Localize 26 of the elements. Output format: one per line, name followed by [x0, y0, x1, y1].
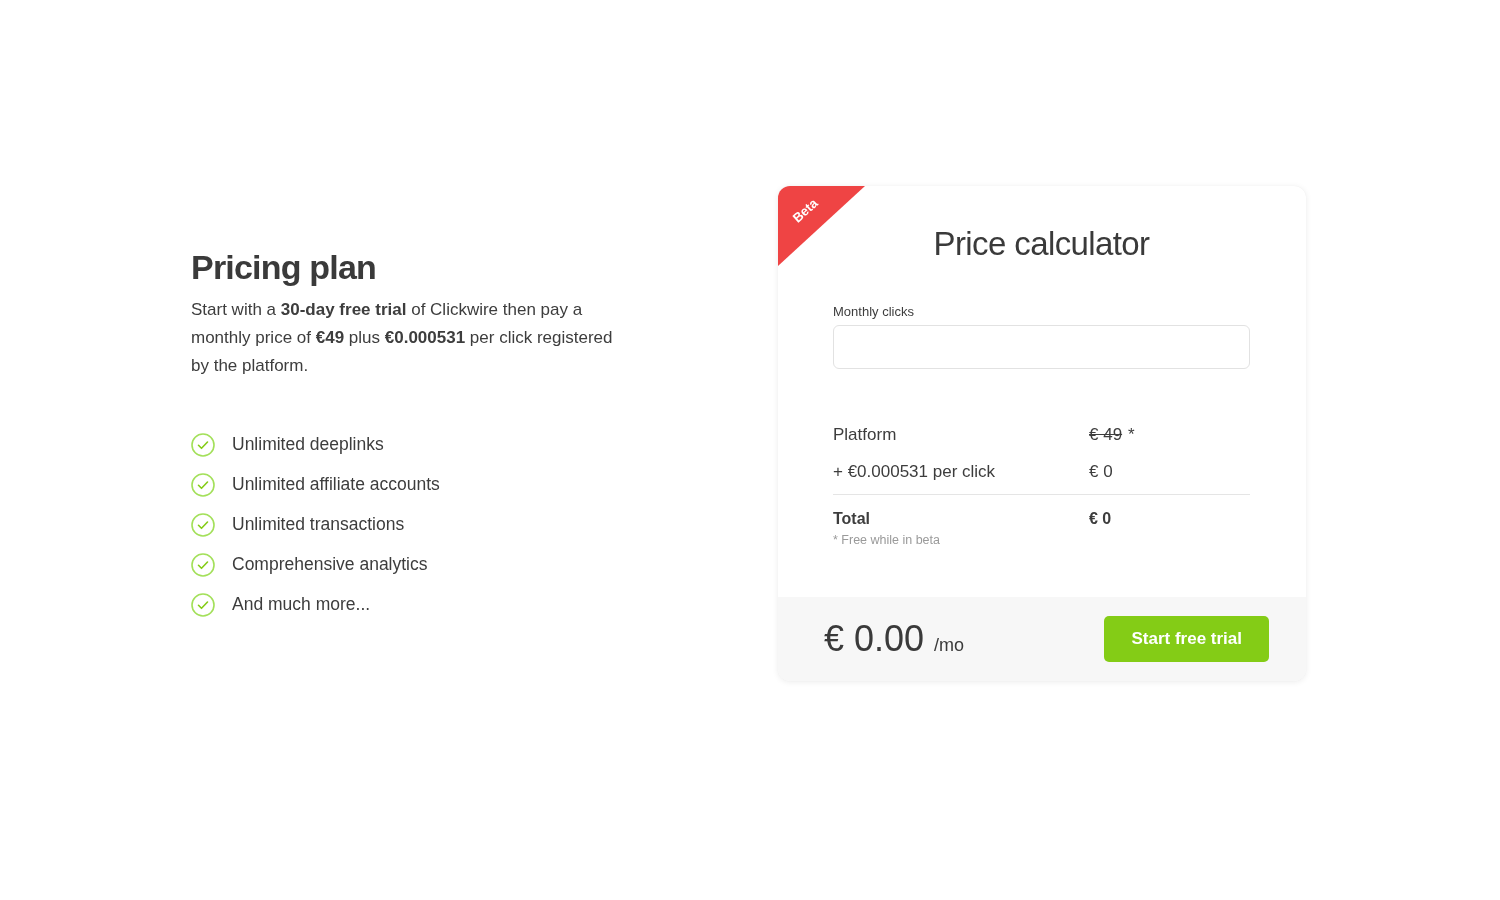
monthly-price: € 0.00: [824, 617, 925, 660]
check-circle-icon: [191, 473, 215, 497]
check-circle-icon: [191, 433, 215, 457]
line-value: € 0: [1089, 461, 1113, 481]
check-circle-icon: [191, 553, 215, 577]
line-value: € 49: [1089, 424, 1123, 444]
asterisk-note: *: [1128, 424, 1135, 444]
line-label: Platform: [833, 423, 898, 446]
calculator-title: Price calculator: [932, 224, 1151, 264]
check-circle-icon: [191, 513, 215, 537]
start-free-trial-button[interactable]: Start free trial: [1104, 615, 1269, 662]
beta-footnote: * Free while in beta: [833, 532, 941, 547]
monthly-clicks-label: Monthly clicks: [833, 303, 915, 319]
price-period: /mo: [934, 634, 965, 656]
monthly-clicks-input[interactable]: [833, 324, 1250, 369]
feature-text: Unlimited transactions: [232, 514, 405, 536]
pricing-plan-heading: Pricing plan: [191, 249, 376, 287]
feature-text: Comprehensive analytics: [232, 554, 428, 576]
pricing-description: Start with a 30-day free trial of Clickwire then pay a monthly price of €49 plus €0.000531 per click registered by the platform.: [191, 299, 614, 378]
line-label: + €0.000531 per click: [833, 460, 997, 483]
feature-text: Unlimited deeplinks: [232, 434, 384, 456]
feature-text: Unlimited affiliate accounts: [232, 474, 440, 496]
total-value: € 0: [1089, 509, 1112, 527]
total-label: Total: [833, 508, 872, 529]
feature-text: And much more...: [232, 594, 371, 616]
check-circle-icon: [191, 593, 215, 617]
